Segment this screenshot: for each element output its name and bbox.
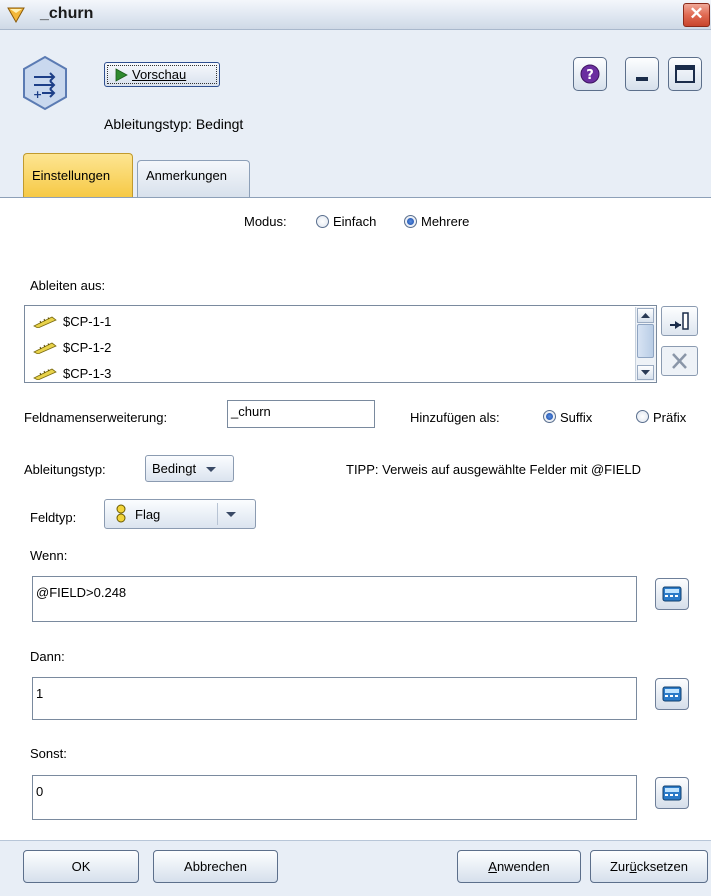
reset-label: Zurücksetzen [609, 859, 689, 874]
if-expression-builder-button[interactable] [655, 578, 689, 610]
close-button[interactable]: ✕ [683, 3, 710, 27]
mode-label: Modus: [244, 214, 287, 229]
then-expression-builder-button[interactable] [655, 678, 689, 710]
ok-button[interactable]: OK [23, 850, 139, 883]
calculator-icon [662, 686, 682, 702]
list-item[interactable]: $CP-1-3 [33, 366, 111, 381]
help-icon: ? [580, 64, 600, 84]
window-title: _churn [40, 5, 94, 22]
add-as-suffix-label[interactable]: Suffix [560, 410, 592, 425]
cancel-button[interactable]: Abbrechen [153, 850, 278, 883]
field-type-value: Flag [135, 506, 161, 522]
field-type-label: Feldtyp: [30, 510, 77, 525]
else-label: Sonst: [30, 746, 67, 761]
mode-multiple-radio[interactable] [404, 215, 417, 228]
then-expression-input[interactable]: 1 [32, 677, 637, 720]
field-name: $CP-1-3 [63, 366, 112, 381]
help-button[interactable]: ? [573, 57, 607, 91]
derive-type-label: Ableitungstyp: [24, 462, 106, 477]
scroll-thumb[interactable] [637, 324, 654, 358]
mode-single-label[interactable]: Einfach [333, 214, 376, 229]
add-as-label: Hinzufügen als: [410, 410, 500, 425]
extension-label: Feldnamenserweiterung: [24, 410, 168, 425]
derive-node-icon: + [23, 55, 67, 111]
if-expression-input[interactable]: @FIELD>0.248 [32, 576, 637, 622]
ruler-icon [33, 342, 57, 354]
preview-label: Vorschau [132, 67, 187, 82]
list-item[interactable]: $CP-1-1 [33, 314, 111, 329]
list-item[interactable]: $CP-1-2 [33, 340, 111, 355]
play-icon [115, 67, 128, 82]
minimize-button[interactable] [625, 57, 659, 91]
add-as-prefix-label[interactable]: Präfix [653, 410, 686, 425]
svg-text:?: ? [586, 68, 594, 83]
chevron-down-icon [206, 466, 217, 472]
ruler-icon [33, 316, 57, 328]
arrow-down-icon [641, 370, 650, 375]
else-expression-builder-button[interactable] [655, 777, 689, 809]
apply-button[interactable]: Anwenden [457, 850, 581, 883]
tab-annotations-label: Anmerkungen [146, 168, 227, 183]
minimize-icon [636, 77, 648, 81]
remove-field-button[interactable] [661, 346, 698, 376]
add-as-suffix-radio[interactable] [543, 410, 556, 423]
list-scrollbar[interactable] [635, 307, 656, 381]
tab-settings[interactable]: Einstellungen [23, 153, 133, 197]
field-type-dropdown[interactable]: Flag [104, 499, 256, 529]
maximize-icon [675, 65, 695, 83]
ok-label: OK [71, 859, 91, 874]
delete-icon [672, 353, 687, 369]
cancel-label: Abbrechen [184, 859, 247, 874]
tip-text: TIPP: Verweis auf ausgewählte Felder mit… [346, 462, 641, 477]
then-label: Dann: [30, 649, 65, 664]
derive-type-value: Bedingt [152, 461, 197, 476]
derive-from-label: Ableiten aus: [30, 278, 106, 293]
calculator-icon [662, 586, 682, 602]
apply-label: Anwenden [488, 859, 550, 874]
derive-type-subtitle: Ableitungstyp: Bedingt [104, 116, 244, 132]
ruler-icon [33, 368, 57, 380]
tab-settings-label: Einstellungen [32, 168, 111, 183]
field-picker-button[interactable] [661, 306, 698, 336]
derive-from-list[interactable]: $CP-1-1 $CP-1-2 $CP-1-3 [24, 305, 657, 383]
reset-button[interactable]: Zurücksetzen [590, 850, 708, 883]
else-expression-input[interactable]: 0 [32, 775, 637, 820]
arrow-up-icon [641, 313, 650, 318]
preview-button[interactable]: Vorschau [104, 62, 220, 87]
flag-type-icon [116, 504, 126, 523]
field-name: $CP-1-2 [63, 340, 112, 355]
if-label: Wenn: [30, 548, 68, 563]
tab-annotations[interactable]: Anmerkungen [137, 160, 250, 197]
mode-multiple-label[interactable]: Mehrere [421, 214, 469, 229]
chevron-down-icon [226, 512, 236, 517]
maximize-button[interactable] [668, 57, 702, 91]
extension-input[interactable]: _churn [227, 400, 375, 428]
calculator-icon [662, 785, 682, 801]
derive-type-dropdown[interactable]: Bedingt [145, 455, 234, 482]
window-icon [7, 7, 25, 24]
field-name: $CP-1-1 [63, 314, 112, 329]
scroll-down-button[interactable] [637, 365, 654, 380]
mode-single-radio[interactable] [316, 215, 329, 228]
svg-text:+: + [33, 88, 42, 101]
add-as-prefix-radio[interactable] [636, 410, 649, 423]
close-icon: ✕ [689, 4, 704, 23]
scroll-up-button[interactable] [637, 308, 654, 323]
title-bar[interactable]: _churn ✕ [0, 0, 711, 30]
field-picker-icon [670, 312, 689, 330]
